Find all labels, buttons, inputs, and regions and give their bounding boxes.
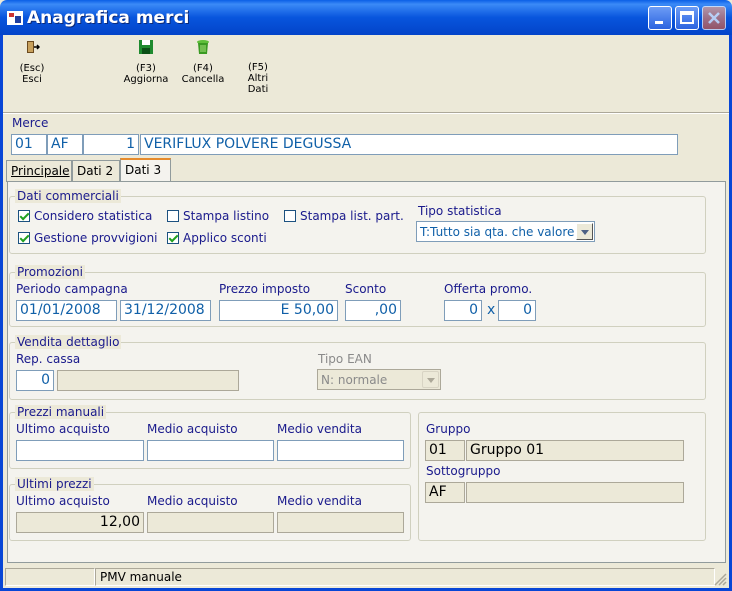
tab-dati2-label: Dati 2: [77, 164, 114, 178]
title-bar[interactable]: Anagrafica merci: [0, 0, 732, 35]
stampa-listino-label: Stampa listino: [183, 209, 270, 223]
ultimi-prezzi-title: Ultimi prezzi: [15, 477, 94, 491]
up-medio-acquisto-label: Medio acquisto: [147, 494, 238, 508]
pm-ultimo-acquisto-input[interactable]: [16, 440, 144, 461]
maximize-button[interactable]: [675, 6, 699, 30]
tab-dati3[interactable]: Dati 3: [120, 158, 171, 182]
gestione-provvigioni-checkbox[interactable]: [18, 232, 30, 244]
considero-statistica-checkbox[interactable]: [18, 210, 30, 222]
exit-key: (Esc): [19, 63, 45, 74]
data-inizio-input[interactable]: 01/01/2008: [16, 300, 117, 321]
tab-principale-label: Principale: [11, 164, 70, 178]
close-button[interactable]: [702, 6, 726, 30]
up-medio-acquisto-value: [147, 512, 274, 533]
up-medio-vendita-label: Medio vendita: [277, 494, 362, 508]
pm-medio-acquisto-label: Medio acquisto: [147, 422, 238, 436]
sottogruppo-label: Sottogruppo: [426, 464, 501, 478]
up-medio-vendita-value: [277, 512, 404, 533]
merce-label: Merce: [12, 116, 49, 130]
chevron-down-icon: [422, 371, 439, 388]
merce-code2-input[interactable]: AF: [47, 134, 83, 155]
applico-sconti-label: Applico sconti: [183, 231, 267, 245]
sottogruppo-description: [466, 482, 684, 503]
offerta-promo-label: Offerta promo.: [444, 282, 533, 296]
minimize-icon: [655, 21, 663, 24]
exit-label: Esci: [22, 74, 42, 85]
periodo-campagna-label: Periodo campagna: [16, 282, 128, 296]
toolbar: (Esc) Esci (F3) Aggiorna (F4) Cancella (…: [3, 35, 729, 114]
tipo-ean-label: Tipo EAN: [318, 352, 372, 366]
prezzo-imposto-label: Prezzo imposto: [219, 282, 311, 296]
tipo-ean-value: N: normale: [321, 373, 388, 387]
other-data-button[interactable]: (F5) Altri Dati: [241, 62, 275, 95]
stampa-list-part-checkbox[interactable]: [284, 210, 296, 222]
up-ultimo-acquisto-label: Ultimo acquisto: [16, 494, 110, 508]
pm-medio-vendita-input[interactable]: [277, 440, 404, 461]
rep-cassa-description: [57, 370, 239, 391]
offerta-x-label: x: [487, 302, 496, 318]
gruppo-description: Gruppo 01: [466, 440, 684, 461]
applico-sconti-checkbox[interactable]: [167, 232, 179, 244]
gestione-provvigioni-label: Gestione provvigioni: [34, 231, 158, 245]
app-icon: [7, 11, 23, 25]
exit-door-icon: [27, 41, 40, 53]
rep-cassa-input[interactable]: 0: [16, 370, 54, 391]
considero-statistica-label: Considero statistica: [34, 209, 153, 223]
sconto-label: Sconto: [345, 282, 387, 296]
save-disk-icon: [139, 40, 153, 54]
maximize-icon: [680, 11, 694, 24]
status-bar: PMV manuale: [3, 566, 729, 588]
other-data-key: (F5): [248, 62, 268, 73]
other-data-label2: Dati: [247, 84, 269, 95]
stampa-listino-checkbox[interactable]: [167, 210, 179, 222]
trash-icon: [197, 40, 209, 54]
chevron-down-icon[interactable]: [576, 223, 593, 240]
vendita-dettaglio-title: Vendita dettaglio: [15, 335, 122, 349]
pm-ultimo-acquisto-label: Ultimo acquisto: [16, 422, 110, 436]
offerta-free-input[interactable]: 0: [498, 300, 536, 321]
gruppo-code: 01: [425, 440, 465, 461]
promozioni-title: Promozioni: [15, 265, 85, 279]
tipo-statistica-select[interactable]: T:Tutto sia qta. che valore: [416, 221, 595, 242]
tab-dati3-label: Dati 3: [125, 163, 162, 177]
toolbar-divider: [3, 112, 729, 114]
sconto-input[interactable]: ,00: [345, 300, 401, 321]
delete-key: (F4): [193, 63, 213, 74]
delete-label: Cancella: [181, 74, 225, 85]
gruppo-label: Gruppo: [426, 422, 471, 436]
tab-principale[interactable]: Principale: [6, 160, 72, 182]
delete-button[interactable]: (F4) Cancella: [178, 39, 228, 85]
sottogruppo-code: AF: [425, 482, 465, 503]
tipo-ean-select[interactable]: N: normale: [317, 369, 441, 390]
pm-medio-acquisto-input[interactable]: [147, 440, 274, 461]
other-data-label1: Altri: [247, 73, 269, 84]
pm-medio-vendita-label: Medio vendita: [277, 422, 362, 436]
stampa-list-part-label: Stampa list. part.: [300, 209, 404, 223]
tab-dati2[interactable]: Dati 2: [72, 160, 120, 182]
window-title: Anagrafica merci: [27, 8, 190, 28]
update-key: (F3): [136, 63, 156, 74]
close-icon: [708, 12, 720, 24]
status-text: PMV manuale: [100, 570, 182, 584]
update-button[interactable]: (F3) Aggiorna: [121, 39, 171, 85]
merce-code1-input[interactable]: 01: [11, 134, 47, 155]
resize-grip-icon[interactable]: [713, 572, 727, 586]
update-label: Aggiorna: [123, 74, 169, 85]
merce-description-input[interactable]: VERIFLUX POLVERE DEGUSSA: [140, 134, 678, 155]
up-ultimo-acquisto-value: 12,00: [16, 512, 144, 533]
tipo-statistica-label: Tipo statistica: [418, 204, 502, 218]
prezzo-imposto-input[interactable]: E 50,00: [219, 300, 338, 321]
prezzi-manuali-title: Prezzi manuali: [15, 405, 107, 419]
status-cell-1: [5, 568, 95, 586]
dati-commerciali-title: Dati commerciali: [15, 189, 121, 203]
exit-button[interactable]: (Esc) Esci: [15, 39, 49, 85]
dati-commerciali-group: [9, 196, 706, 254]
merce-number-input[interactable]: 1: [83, 134, 139, 155]
tipo-statistica-value: T:Tutto sia qta. che valore: [420, 225, 575, 239]
offerta-qty-input[interactable]: 0: [444, 300, 482, 321]
data-fine-input[interactable]: 31/12/2008: [120, 300, 211, 321]
minimize-button[interactable]: [648, 6, 672, 30]
status-cell-2: PMV manuale: [95, 568, 715, 586]
rep-cassa-label: Rep. cassa: [16, 352, 81, 366]
